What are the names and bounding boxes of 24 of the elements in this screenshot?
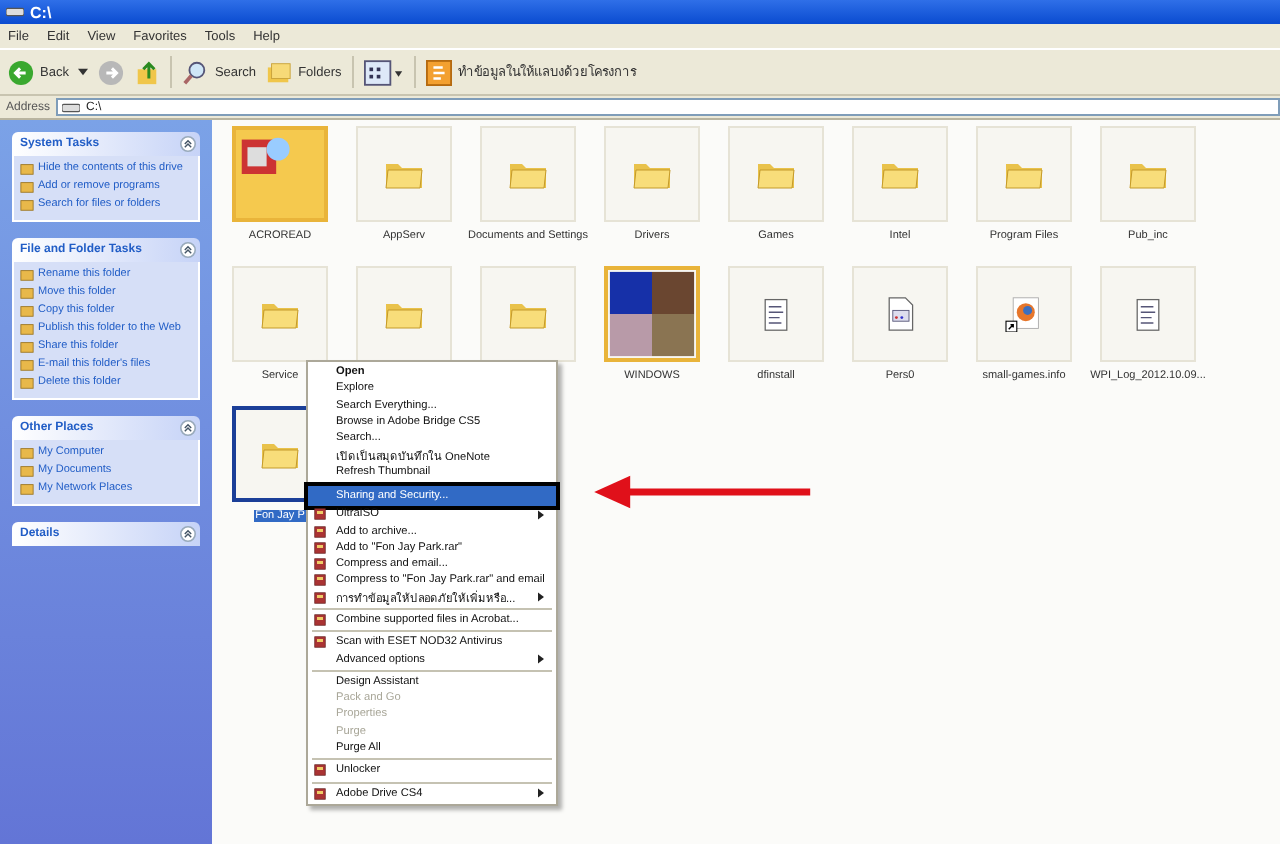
app-icon <box>425 59 452 85</box>
collapse-icon[interactable] <box>180 136 196 152</box>
collapse-icon[interactable] <box>180 242 196 258</box>
file-tile[interactable] <box>604 266 700 362</box>
submenu-arrow-icon <box>538 654 544 665</box>
caret-icon[interactable] <box>78 68 89 76</box>
submenu-arrow-icon <box>538 788 544 799</box>
file-tile[interactable] <box>232 126 328 222</box>
forward-button[interactable] <box>98 59 125 85</box>
browser-shortcut-icon <box>1004 296 1044 332</box>
folder-thumbnail-icon <box>236 130 324 218</box>
collapse-icon[interactable] <box>180 420 196 436</box>
submenu-arrow-icon <box>538 592 544 603</box>
folders-icon <box>266 59 293 85</box>
drive-icon <box>62 101 81 113</box>
submenu-arrow-icon <box>538 509 544 520</box>
back-arrow-icon <box>8 59 34 85</box>
up-folder-button[interactable] <box>134 59 161 85</box>
image-grid-thumbnail <box>608 270 696 358</box>
drive-icon <box>6 6 24 18</box>
views-button[interactable] <box>363 59 404 85</box>
collapse-icon[interactable] <box>180 526 196 542</box>
window-title: C:\ <box>30 3 52 21</box>
search-icon <box>182 59 209 85</box>
